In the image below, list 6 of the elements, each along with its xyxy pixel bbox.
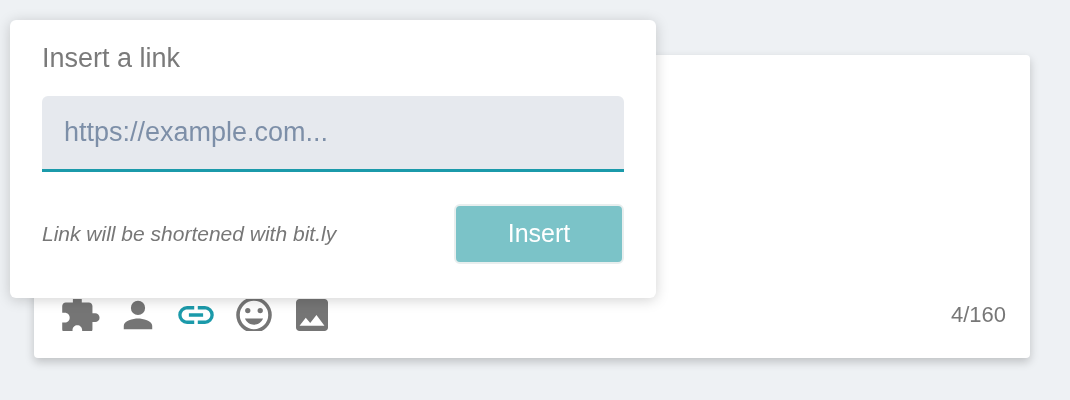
character-counter: 4/160 (950, 301, 1006, 329)
url-input-field[interactable]: https://example.com... (42, 96, 624, 172)
puzzle-icon[interactable] (60, 298, 100, 331)
shorten-note: Link will be shortened with bit.ly (42, 221, 337, 248)
smiley-icon[interactable] (234, 298, 274, 331)
popover-title: Insert a link (42, 42, 182, 74)
